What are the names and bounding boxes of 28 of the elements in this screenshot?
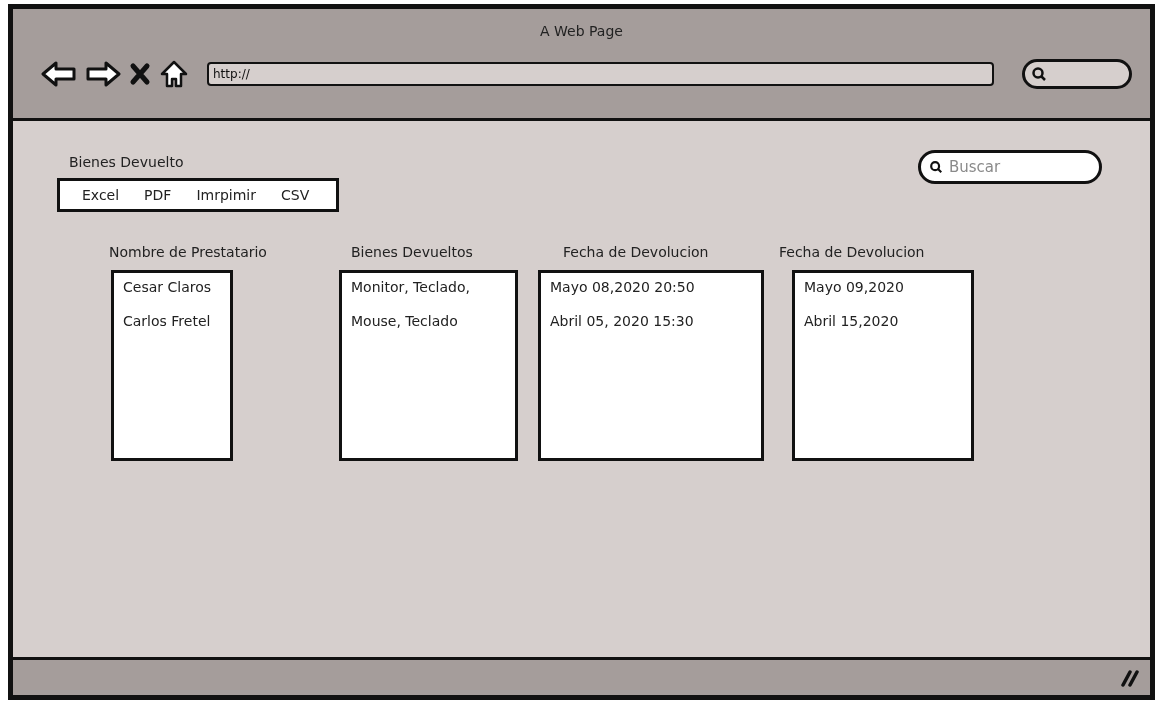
- list-item[interactable]: Cesar Claros: [123, 277, 230, 311]
- list-item[interactable]: Mouse, Teclado: [351, 311, 515, 345]
- back-icon[interactable]: [41, 60, 77, 88]
- column-header: Fecha de Devolucion: [562, 244, 710, 262]
- search-icon: [929, 160, 943, 174]
- export-button[interactable]: CSV: [268, 187, 323, 203]
- search-icon: [1031, 66, 1047, 82]
- list-item[interactable]: Carlos Fretel: [123, 311, 230, 345]
- list-item[interactable]: Abril 15,2020: [804, 311, 971, 345]
- column-header: Fecha de Devolucion: [779, 244, 926, 262]
- home-icon[interactable]: [159, 59, 189, 89]
- list-item[interactable]: Monitor, Teclado,: [351, 277, 515, 311]
- list-item[interactable]: Mayo 08,2020 20:50: [550, 277, 761, 311]
- address-field[interactable]: http://: [207, 62, 994, 86]
- window-title: A Web Page: [539, 22, 624, 41]
- export-button[interactable]: Imrpimir: [184, 187, 269, 203]
- browser-search-field[interactable]: [1022, 59, 1132, 89]
- column-header: Bienes Devueltos: [350, 244, 474, 262]
- search-field[interactable]: Buscar: [918, 150, 1102, 184]
- page-title: Bienes Devuelto: [69, 154, 185, 170]
- forward-icon[interactable]: [85, 60, 121, 88]
- close-icon[interactable]: [129, 62, 151, 86]
- list-item[interactable]: Mayo 09,2020: [804, 277, 971, 311]
- export-button[interactable]: Excel: [70, 187, 133, 203]
- list-item[interactable]: Abril 05, 2020 15:30: [550, 311, 761, 345]
- export-button[interactable]: PDF: [132, 187, 185, 203]
- resize-grip-icon[interactable]: [1120, 668, 1140, 687]
- column-header: Nombre de Prestatario: [109, 244, 268, 262]
